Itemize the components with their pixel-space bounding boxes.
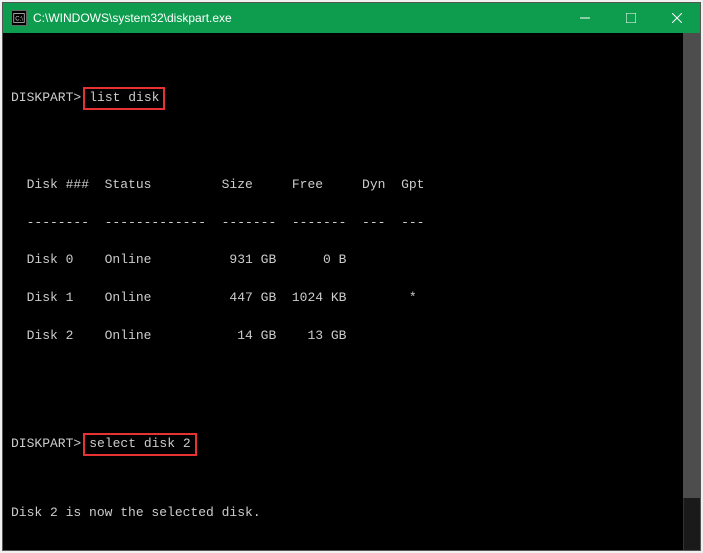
- scrollbar-thumb[interactable]: [683, 33, 700, 498]
- disk-divider: -------- ------------- ------- ------- -…: [11, 214, 692, 233]
- prompt-line-1: DISKPART> list disk: [11, 87, 692, 110]
- close-button[interactable]: [654, 3, 700, 33]
- prompt-line-2: DISKPART> select disk 2: [11, 433, 692, 456]
- select-disk-output: Disk 2 is now the selected disk.: [11, 504, 692, 523]
- svg-text:C:\: C:\: [15, 16, 23, 22]
- maximize-button[interactable]: [608, 3, 654, 33]
- scrollbar[interactable]: [683, 33, 700, 550]
- disk-row-1: Disk 1 Online 447 GB 1024 KB *: [11, 289, 692, 308]
- terminal-area[interactable]: DISKPART> list disk Disk ### Status Size…: [3, 33, 700, 550]
- titlebar-buttons: [562, 3, 700, 33]
- app-icon: C:\: [11, 10, 27, 26]
- titlebar-left: C:\ C:\WINDOWS\system32\diskpart.exe: [11, 10, 232, 26]
- titlebar[interactable]: C:\ C:\WINDOWS\system32\diskpart.exe: [3, 3, 700, 33]
- command-list-disk: list disk: [83, 87, 165, 110]
- disk-row-0: Disk 0 Online 931 GB 0 B: [11, 251, 692, 270]
- command-select-disk: select disk 2: [83, 433, 196, 456]
- minimize-button[interactable]: [562, 3, 608, 33]
- prompt: DISKPART>: [11, 435, 81, 454]
- disk-header: Disk ### Status Size Free Dyn Gpt: [11, 176, 692, 195]
- console-window: C:\ C:\WINDOWS\system32\diskpart.exe DIS…: [2, 2, 701, 551]
- window-title: C:\WINDOWS\system32\diskpart.exe: [33, 11, 232, 25]
- disk-table: Disk ### Status Size Free Dyn Gpt ------…: [11, 157, 692, 383]
- prompt: DISKPART>: [11, 89, 81, 108]
- disk-row-2: Disk 2 Online 14 GB 13 GB: [11, 327, 692, 346]
